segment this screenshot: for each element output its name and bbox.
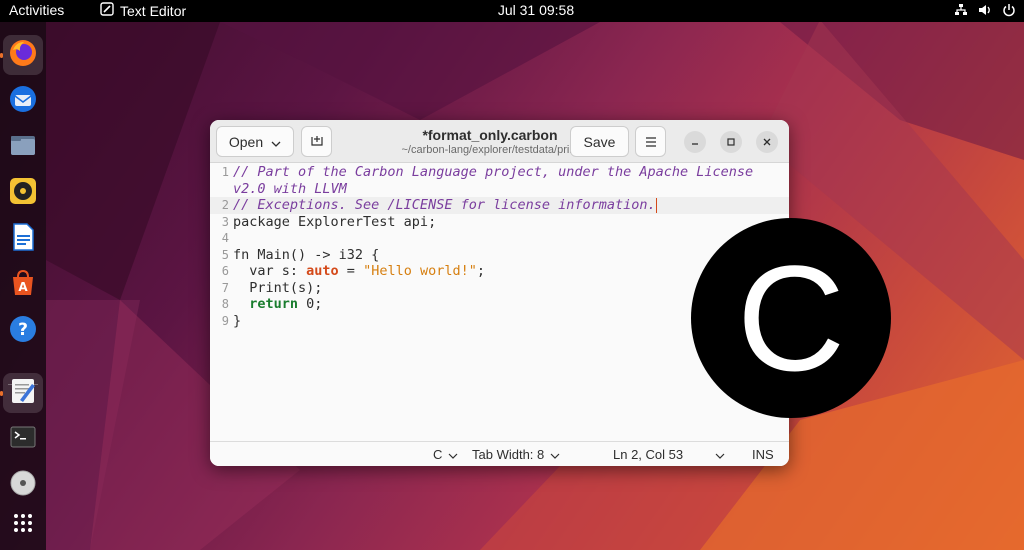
svg-text:?: ?: [18, 320, 28, 340]
line-text: // Part of the Carbon Language project, …: [233, 164, 754, 180]
line-text: }: [233, 312, 242, 329]
status-bar: C Tab Width: 8 Ln 2, Col 53 INS: [210, 441, 789, 466]
tab-width-selector[interactable]: Tab Width: 8: [472, 447, 560, 462]
running-indicator: [0, 53, 3, 58]
line-number: 7: [221, 280, 229, 295]
keyword-token: return: [249, 296, 299, 312]
language-selector[interactable]: C: [433, 447, 458, 462]
writer-icon: [8, 222, 38, 256]
running-indicator: [0, 391, 3, 396]
line-number: 6: [221, 264, 229, 278]
string-token: "Hello world!": [363, 263, 477, 279]
volume-icon: [978, 3, 992, 21]
app-center-icon: A: [8, 268, 38, 302]
maximize-icon: [727, 136, 735, 149]
dock-text-editor[interactable]: [3, 373, 43, 413]
line-text: // Exceptions. See /LICENSE for license …: [233, 197, 656, 213]
line-text: v2.0 with LLVM: [233, 180, 347, 197]
header-bar: Open *format_only.carbon ~/carbon-lang/e…: [210, 120, 789, 163]
main-menu-button[interactable]: [635, 126, 666, 157]
chevron-down-icon: [448, 447, 458, 462]
dock-thunderbird[interactable]: [3, 81, 43, 121]
minimize-icon: [691, 136, 699, 149]
logo-letter: C: [736, 234, 846, 402]
svg-text:A: A: [18, 280, 28, 294]
chevron-down-icon: [715, 447, 725, 462]
code-line: 1 // Part of the Carbon Language project…: [210, 164, 789, 181]
line-number: 3: [221, 214, 229, 229]
position-menu-button[interactable]: [715, 447, 725, 462]
dock-show-apps[interactable]: [3, 505, 43, 545]
code-line: 3 package ExplorerTest api;: [210, 214, 789, 231]
line-number: 1: [221, 165, 229, 179]
rhythmbox-icon: [8, 176, 38, 210]
thunderbird-icon: [8, 84, 38, 118]
code-token: 0;: [298, 296, 323, 312]
chevron-down-icon: [271, 134, 281, 150]
line-number: 8: [221, 297, 229, 311]
minimize-button[interactable]: [684, 131, 706, 153]
disc-icon: [8, 468, 38, 502]
dock-app-center[interactable]: A: [3, 265, 43, 305]
type-token: auto: [306, 263, 339, 279]
terminal-icon: [8, 422, 38, 456]
line-number: 2: [221, 198, 229, 212]
dock-writer[interactable]: [3, 219, 43, 259]
code-line: 4: [210, 230, 789, 247]
line-number: 4: [221, 231, 229, 245]
firefox-icon: [8, 38, 38, 72]
line-content: return 0;: [233, 296, 322, 313]
hamburger-icon: [645, 134, 657, 150]
chevron-down-icon: [550, 447, 560, 462]
code-line: 5 fn Main() -> i32 {: [210, 247, 789, 264]
code-token: var s:: [233, 263, 307, 279]
dock-optical-drive[interactable]: [3, 465, 43, 505]
open-label: Open: [228, 133, 264, 150]
system-tray[interactable]: [954, 3, 1016, 21]
new-tab-icon: [310, 133, 324, 150]
line-content: var s: auto = "Hello world!";: [233, 263, 485, 280]
dock: A ?: [0, 22, 46, 550]
top-bar: Activities Text Editor Jul 31 09:58: [0, 0, 1024, 22]
files-icon: [8, 130, 38, 164]
carbon-c-logo: C: [691, 218, 891, 418]
dock-help[interactable]: ?: [3, 311, 43, 351]
position-label: Ln 2, Col 53: [613, 447, 684, 462]
dock-files[interactable]: [3, 127, 43, 167]
line-text: Print(s);: [233, 279, 323, 296]
line-text: package ExplorerTest api;: [233, 213, 437, 230]
close-button[interactable]: [756, 131, 778, 153]
line-content: // Exceptions. See /LICENSE for license …: [233, 197, 657, 214]
line-text: fn Main() -> i32 {: [233, 246, 380, 263]
code-token: =: [338, 263, 364, 279]
insert-mode-indicator: INS: [752, 447, 774, 462]
maximize-button[interactable]: [720, 131, 742, 153]
new-tab-button[interactable]: [301, 126, 332, 157]
code-line-current: 2 // Exceptions. See /LICENSE for licens…: [210, 197, 789, 214]
dock-rhythmbox[interactable]: [3, 173, 43, 213]
text-editor-icon: [8, 376, 38, 410]
help-icon: ?: [8, 314, 38, 348]
code-token: ;: [476, 263, 485, 279]
language-label: C: [433, 447, 443, 462]
cursor-position[interactable]: Ln 2, Col 53: [613, 447, 683, 462]
dock-terminal[interactable]: [3, 419, 43, 459]
line-number: 5: [221, 247, 229, 262]
tab-width-label: Tab Width: 8: [472, 447, 545, 462]
grid-icon: [12, 512, 34, 538]
clock[interactable]: Jul 31 09:58: [0, 2, 1024, 18]
text-cursor: [655, 197, 657, 213]
code-line: v2.0 with LLVM: [210, 181, 789, 198]
open-button[interactable]: Open: [216, 126, 294, 157]
save-button[interactable]: Save: [570, 126, 629, 157]
mode-label: INS: [752, 447, 774, 462]
line-number: 9: [221, 313, 229, 328]
power-icon: [1002, 3, 1016, 21]
network-icon: [954, 3, 968, 21]
close-icon: [763, 136, 771, 149]
save-label: Save: [583, 133, 616, 150]
dock-firefox[interactable]: [3, 35, 43, 75]
